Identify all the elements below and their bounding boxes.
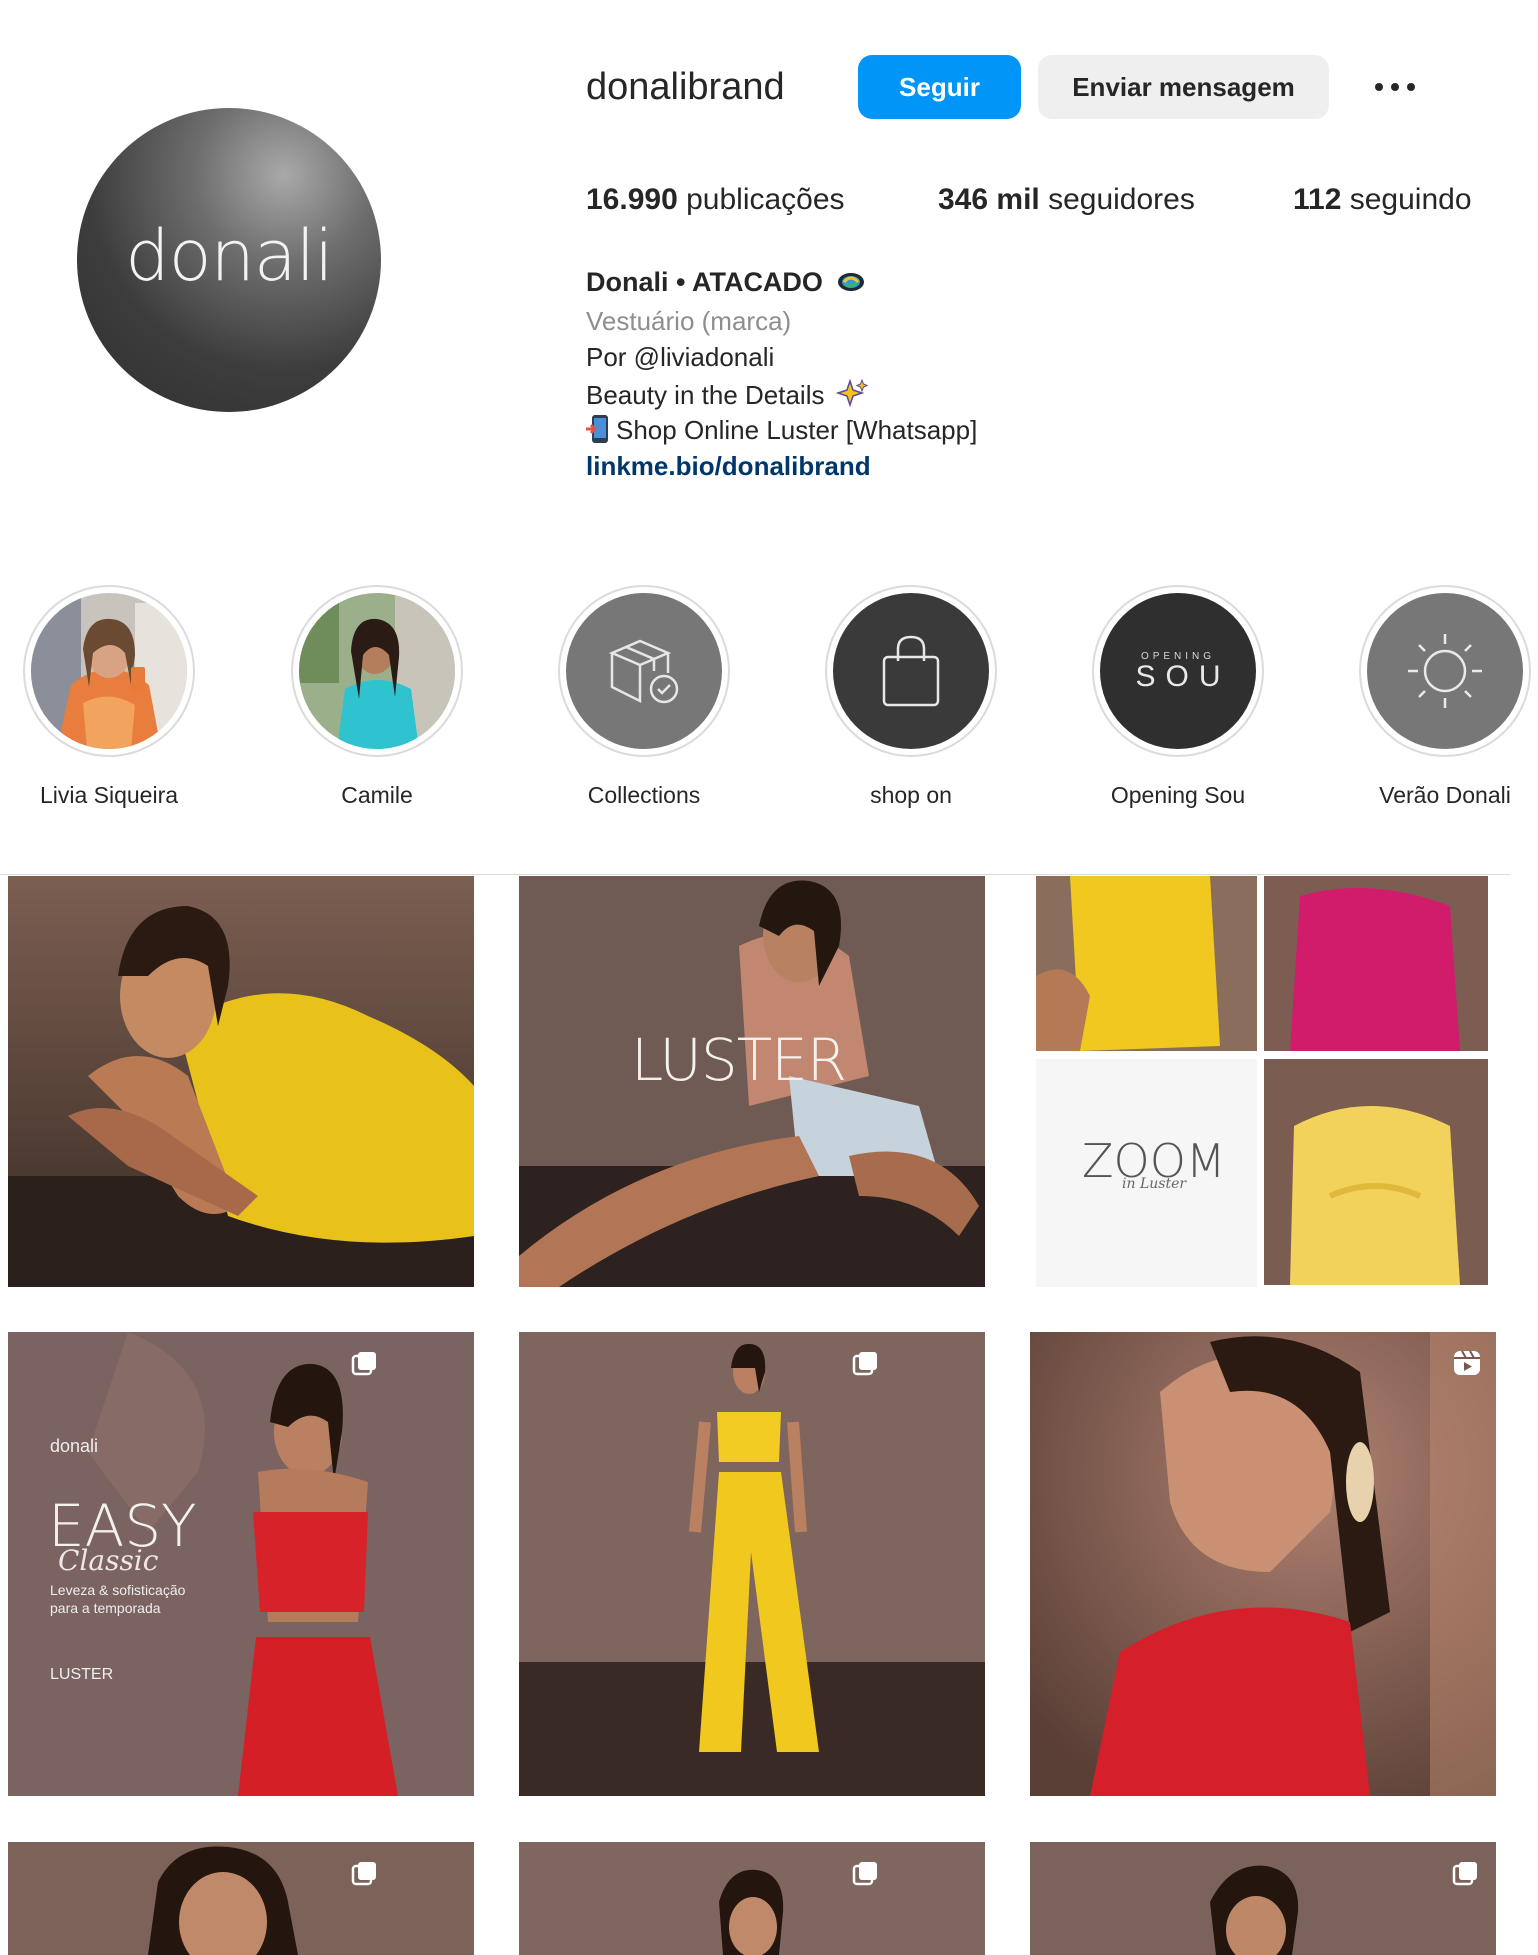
stat-posts: 16.990 publicações (586, 183, 845, 216)
post-subcaption: Classic (58, 1544, 159, 1577)
highlight-photo (31, 593, 187, 749)
post-tile[interactable]: ZOOM in Luster (1030, 876, 1496, 1287)
highlight-camile[interactable] (291, 585, 463, 757)
post-tile[interactable]: donali EASY Classic Leveza & sofisticaçã… (8, 1332, 474, 1796)
section-divider (0, 874, 1510, 875)
multi-photo-icon (1452, 1860, 1480, 1893)
send-message-button[interactable]: Enviar mensagem (1038, 55, 1329, 119)
bio-category: Vestuário (marca) (586, 306, 792, 336)
post-text-line: Leveza & sofisticação (50, 1582, 186, 1598)
profile-username: donalibrand (586, 66, 785, 108)
globe-emoji-icon (836, 270, 866, 301)
post-caption-luster: LUSTER (631, 1026, 847, 1094)
box-check-icon (566, 593, 722, 749)
post-tile[interactable] (1030, 1842, 1496, 1955)
highlight-label: Verão Donali (1379, 782, 1511, 808)
bio-external-link[interactable]: linkme.bio/donalibrand (586, 451, 871, 482)
post-tile[interactable] (8, 1842, 474, 1955)
highlight-label: Camile (341, 782, 413, 808)
multi-photo-icon (351, 1860, 379, 1893)
avatar-logo-text: donali (125, 215, 333, 297)
post-tile[interactable] (8, 876, 474, 1287)
more-options-icon[interactable] (1360, 60, 1430, 114)
bio-line-shop: Shop Online Luster [Whatsapp] (586, 414, 977, 451)
stat-followers[interactable]: 346 mil seguidores (938, 183, 1195, 217)
highlight-label: Opening Sou (1110, 782, 1246, 808)
highlight-livia-siqueira[interactable] (23, 585, 195, 757)
multi-photo-icon (351, 1350, 379, 1383)
profile-avatar[interactable]: donali (77, 108, 381, 412)
bio-display-name: Donali • ATACADO (586, 267, 866, 301)
post-brand-text: donali (50, 1436, 99, 1456)
stat-following[interactable]: 112 seguindo (1293, 183, 1472, 217)
post-footer-text: LUSTER (50, 1666, 114, 1683)
post-tile[interactable] (519, 1332, 985, 1796)
post-text-line: para a temporada (50, 1600, 161, 1616)
bio-line-author[interactable]: Por @liviadonali (586, 342, 774, 373)
multi-photo-icon (852, 1860, 880, 1893)
post-subcaption: in Luster (1122, 1176, 1187, 1192)
highlight-collections[interactable] (558, 585, 730, 757)
highlight-opening-sou[interactable]: OPENING SOU (1092, 585, 1264, 757)
post-tile[interactable]: LUSTER (519, 876, 985, 1287)
highlight-label: shop on (870, 782, 952, 808)
highlight-verao-donali[interactable] (1359, 585, 1531, 757)
shopping-bag-icon (833, 593, 989, 749)
highlight-photo (299, 593, 455, 749)
highlight-label: Livia Siqueira (39, 782, 179, 808)
post-tile[interactable] (519, 1842, 985, 1955)
post-tile[interactable] (1030, 1332, 1496, 1796)
reel-icon (1452, 1348, 1482, 1383)
bio-line-tagline: Beauty in the Details (586, 378, 868, 415)
sun-icon (1367, 593, 1523, 749)
highlight-shop-on[interactable] (825, 585, 997, 757)
sparkles-emoji-icon (835, 378, 868, 415)
phone-arrow-emoji-icon (586, 414, 610, 451)
highlight-label: Collections (587, 782, 701, 808)
opening-sou-logo: OPENING SOU (1100, 593, 1256, 749)
follow-button[interactable]: Seguir (858, 55, 1021, 119)
multi-photo-icon (852, 1350, 880, 1383)
